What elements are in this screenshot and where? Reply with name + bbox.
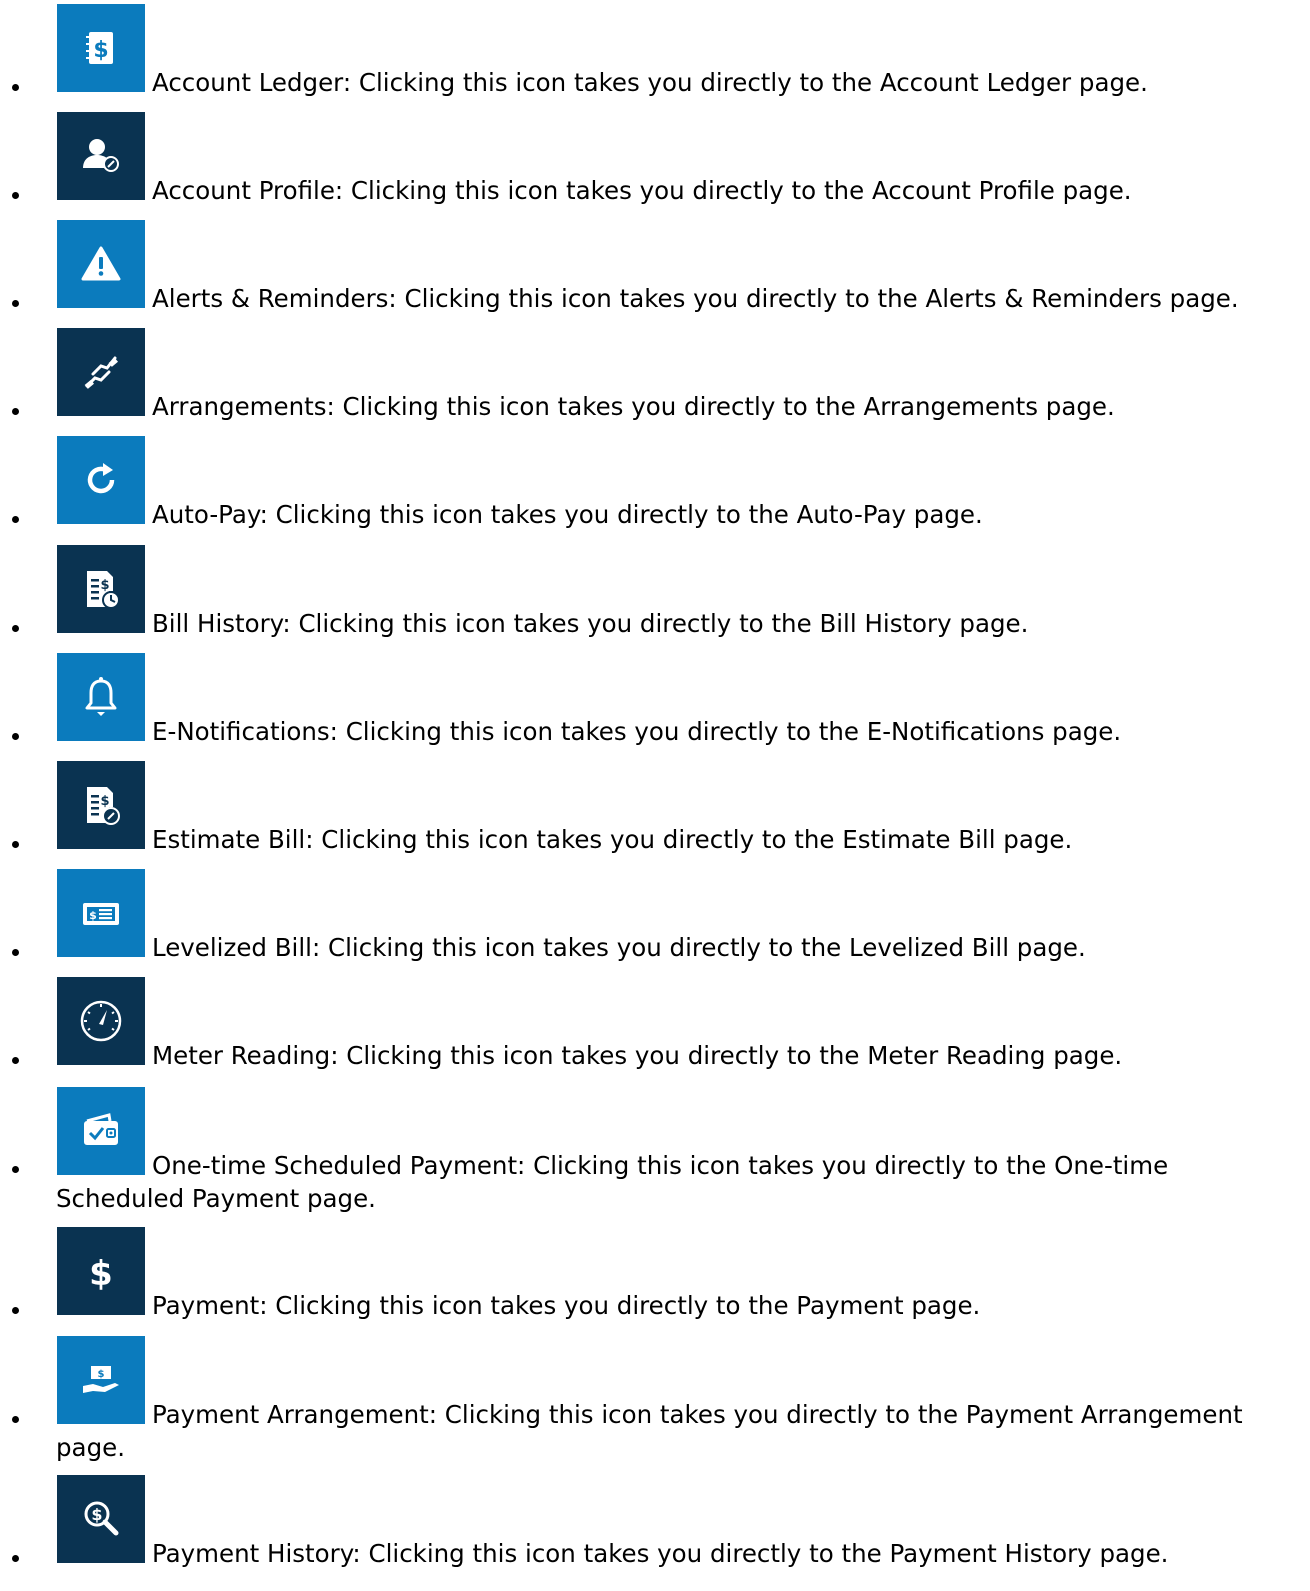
bullet [12,300,19,307]
list-item: Arrangements: Clicking this icon takes y… [0,328,1310,428]
item-description-continued: page. [56,1433,125,1462]
bullet [12,516,19,523]
bullet [12,1307,19,1314]
list-item: E-Notifications: Clicking this icon take… [0,653,1310,753]
bullet [12,84,19,91]
item-description: Account Ledger: Clicking this icon takes… [152,68,1148,97]
item-description: E-Notifications: Clicking this icon take… [152,717,1122,746]
bullet [12,949,19,956]
list-item: $ Levelized Bill: Clicking this icon tak… [0,869,1310,969]
list-item: $ Estimate Bill: Clicking this icon take… [0,761,1310,861]
bell-icon[interactable] [57,653,145,741]
bullet [12,192,19,199]
item-description: Estimate Bill: Clicking this icon takes … [152,825,1073,854]
item-description: Levelized Bill: Clicking this icon takes… [152,933,1086,962]
item-description: Arrangements: Clicking this icon takes y… [152,392,1115,421]
autopay-refresh-icon[interactable] [57,436,145,524]
svg-text:$: $ [93,38,108,63]
payment-search-icon[interactable]: $ [57,1475,145,1563]
svg-text:$: $ [89,909,97,922]
bullet [12,1057,19,1064]
item-description: Account Profile: Clicking this icon take… [152,176,1132,205]
bullet [12,625,19,632]
list-item: $ Payment Arrangement: Clicking this ico… [0,1336,1310,1466]
wallet-check-icon[interactable] [57,1087,145,1175]
bullet [12,1416,19,1423]
list-item: Account Profile: Clicking this icon take… [0,112,1310,212]
item-description: Payment History: Clicking this icon take… [152,1539,1169,1568]
list-item: Auto-Pay: Clicking this icon takes you d… [0,436,1310,536]
alert-icon[interactable] [57,220,145,308]
item-description: Bill History: Clicking this icon takes y… [152,609,1029,638]
item-description: Alerts & Reminders: Clicking this icon t… [152,284,1239,313]
ledger-icon[interactable]: $ [57,4,145,92]
item-description: Meter Reading: Clicking this icon takes … [152,1041,1123,1070]
dollar-icon[interactable]: $ [57,1227,145,1315]
list-item: $ Account Ledger: Clicking this icon tak… [0,4,1310,104]
estimate-bill-icon[interactable]: $ [57,761,145,849]
svg-text:$: $ [100,578,109,593]
bullet [12,1166,19,1173]
svg-text:$: $ [91,1505,102,1524]
payment-hand-icon[interactable]: $ [57,1336,145,1424]
list-item: $ Payment History: Clicking this icon ta… [0,1475,1310,1591]
list-item: $ Payment: Clicking this icon takes you … [0,1227,1310,1327]
item-description-continued: Scheduled Payment page. [56,1184,376,1213]
list-item: One-time Scheduled Payment: Clicking thi… [0,1087,1310,1217]
bullet [12,408,19,415]
list-item: Meter Reading: Clicking this icon takes … [0,977,1310,1077]
levelized-bill-icon[interactable]: $ [57,869,145,957]
handshake-icon[interactable] [57,328,145,416]
svg-text:$: $ [100,794,109,809]
meter-gauge-icon[interactable] [57,977,145,1065]
bullet [12,1555,19,1562]
item-description: Payment: Clicking this icon takes you di… [152,1291,981,1320]
bullet [12,841,19,848]
svg-text:$: $ [98,1369,105,1380]
item-description: Auto-Pay: Clicking this icon takes you d… [152,500,983,529]
list-item: Alerts & Reminders: Clicking this icon t… [0,220,1310,320]
list-item: $ Bill History: Clicking this icon takes… [0,545,1310,645]
bill-history-icon[interactable]: $ [57,545,145,633]
bullet [12,733,19,740]
item-description: Payment Arrangement: Clicking this icon … [56,1400,1243,1462]
item-description: One-time Scheduled Payment: Clicking thi… [56,1151,1169,1213]
account-profile-icon[interactable] [57,112,145,200]
svg-text:$: $ [89,1254,113,1293]
